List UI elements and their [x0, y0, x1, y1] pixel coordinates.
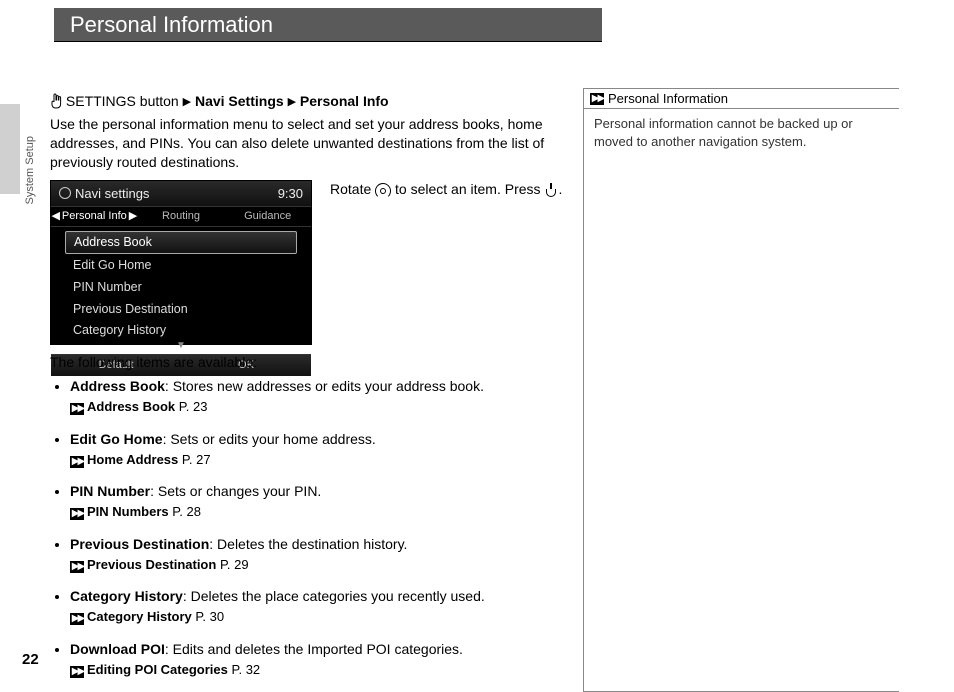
ref-page: P. 27: [182, 452, 211, 467]
item-title: Category History: [70, 588, 183, 604]
page-title-bar: Personal Information: [54, 8, 602, 42]
breadcrumb: SETTINGS button ▶ Navi Settings ▶ Person…: [50, 92, 565, 111]
ref-page: P. 32: [231, 662, 260, 677]
ref-arrow-icon: ▶▶: [70, 613, 84, 625]
items-list: Address Book: Stores new addresses or ed…: [50, 377, 565, 678]
ref-arrow-icon: ▶▶: [70, 561, 84, 573]
item-desc: : Sets or changes your PIN.: [150, 483, 321, 499]
ss-title: Navi settings: [75, 185, 149, 203]
hand-icon: [50, 93, 62, 109]
ref-name: Address Book: [87, 399, 175, 414]
page-number: 22: [22, 651, 39, 668]
item-title: Download POI: [70, 641, 165, 657]
ref-arrow-icon: ▶▶: [70, 456, 84, 468]
item-desc: : Deletes the destination history.: [209, 536, 407, 552]
side-heading: Personal Information: [608, 91, 728, 106]
list-item: Address Book: Stores new addresses or ed…: [70, 377, 565, 415]
item-title: PIN Number: [70, 483, 150, 499]
rotate-dial-icon: [375, 183, 391, 197]
list-item: Previous Destination: Deletes the destin…: [70, 535, 565, 573]
ss-item-previous-dest: Previous Destination: [65, 299, 297, 320]
item-title: Address Book: [70, 378, 165, 394]
breadcrumb-prefix: SETTINGS button: [66, 93, 179, 109]
rotate-instruction: Rotate to select an item. Press .: [330, 180, 562, 199]
ss-menu: Address Book Edit Go Home PIN Number Pre…: [51, 227, 311, 354]
breadcrumb-step3: Personal Info: [300, 93, 389, 109]
item-desc: : Deletes the place categories you recen…: [183, 588, 485, 604]
ss-item-address-book: Address Book: [65, 231, 297, 254]
ref-page: P. 28: [172, 504, 201, 519]
ref-name: Previous Destination: [87, 557, 216, 572]
item-title: Previous Destination: [70, 536, 209, 552]
breadcrumb-step2: Navi Settings: [195, 93, 284, 109]
ref-name: PIN Numbers: [87, 504, 169, 519]
main-column: SETTINGS button ▶ Navi Settings ▶ Person…: [50, 88, 565, 692]
item-title: Edit Go Home: [70, 431, 163, 447]
ref-arrow-icon: ▶▶: [70, 403, 84, 415]
ss-item-category-history: Category History: [65, 320, 297, 341]
triangle-icon: ▶: [183, 96, 191, 108]
ref-name: Category History: [87, 609, 192, 624]
list-item: Edit Go Home: Sets or edits your home ad…: [70, 430, 565, 468]
ref-page: P. 30: [195, 609, 224, 624]
ss-tab-personal: ◀Personal Info▶: [51, 207, 138, 226]
section-side-label: System Setup: [24, 136, 36, 204]
nav-screenshot: Navi settings 9:30 ◀Personal Info▶ Routi…: [50, 180, 312, 345]
intro-text: Use the personal information menu to sel…: [50, 115, 565, 172]
ss-item-edit-go-home: Edit Go Home: [65, 255, 297, 276]
side-note-header: ▶▶ Personal Information: [584, 88, 899, 109]
ss-clock: 9:30: [278, 185, 303, 203]
item-desc: : Sets or edits your home address.: [163, 431, 376, 447]
ref-name: Home Address: [87, 452, 178, 467]
triangle-icon: ▶: [288, 96, 296, 108]
page-title: Personal Information: [70, 12, 273, 37]
ref-arrow-icon: ▶▶: [70, 508, 84, 520]
side-note-column: ▶▶ Personal Information Personal informa…: [583, 88, 899, 692]
section-side-tab: [0, 104, 20, 194]
item-desc: : Edits and deletes the Imported POI cat…: [165, 641, 463, 657]
list-item: PIN Number: Sets or changes your PIN. ▶▶…: [70, 482, 565, 520]
ref-name: Editing POI Categories: [87, 662, 228, 677]
list-item: Download POI: Edits and deletes the Impo…: [70, 640, 565, 678]
press-icon: [544, 183, 558, 197]
list-item: Category History: Deletes the place cate…: [70, 587, 565, 625]
scroll-down-icon: ▼: [65, 342, 297, 350]
item-desc: : Stores new addresses or edits your add…: [165, 378, 484, 394]
ss-item-pin-number: PIN Number: [65, 277, 297, 298]
ref-arrow-icon: ▶▶: [590, 93, 604, 105]
ss-tab-guidance: Guidance: [224, 207, 311, 226]
ref-page: P. 29: [220, 557, 249, 572]
ref-arrow-icon: ▶▶: [70, 666, 84, 678]
ref-page: P. 23: [179, 399, 208, 414]
gear-icon: [59, 187, 71, 199]
ss-tabs: ◀Personal Info▶ Routing Guidance: [51, 206, 311, 227]
side-note-body: Personal information cannot be backed up…: [584, 109, 899, 156]
ss-tab-routing: Routing: [138, 207, 225, 226]
